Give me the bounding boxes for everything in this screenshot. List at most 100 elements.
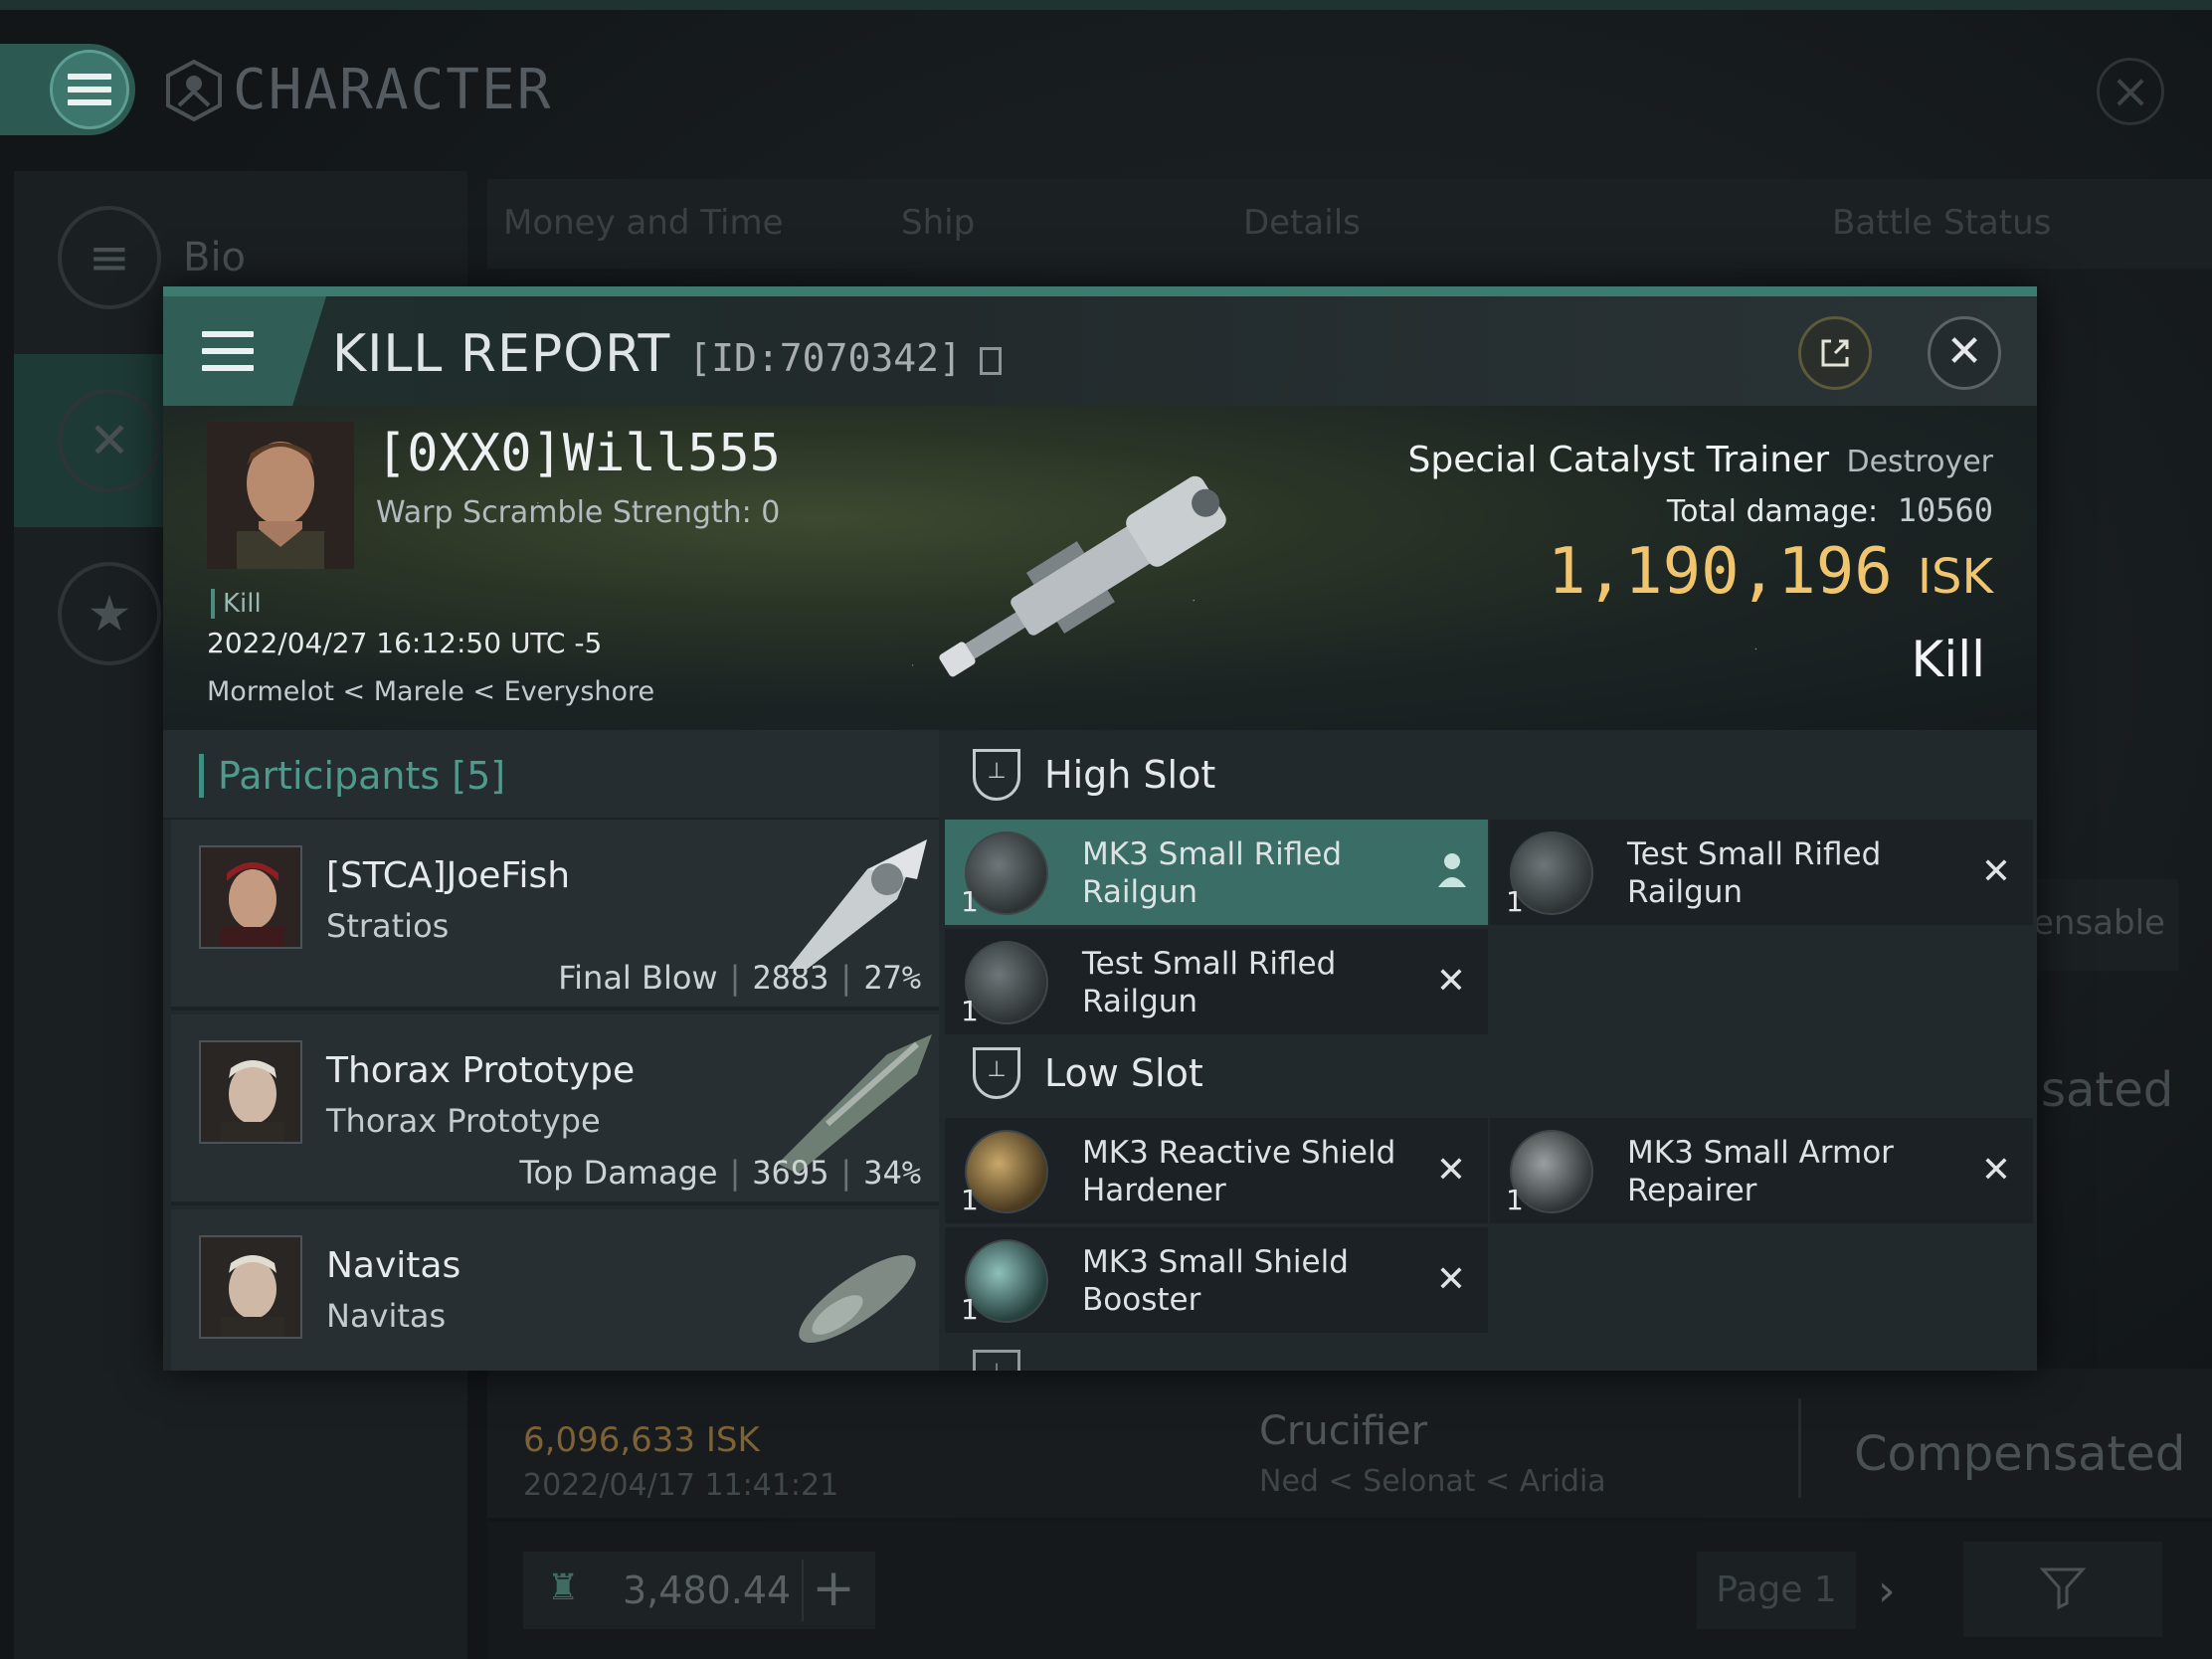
total-damage: Total damage: 10560 <box>1667 491 1993 529</box>
mid-slot-header: ⊥ <box>939 1331 2037 1371</box>
module-item[interactable]: 1 MK3 Reactive Shield Hardener ✕ <box>945 1118 1488 1223</box>
participant-name: Thorax Prototype <box>326 1050 636 1091</box>
participant-name: [STCA]JoeFish <box>326 855 571 896</box>
menu-icon <box>202 331 254 371</box>
participant-stats: Final Blow | 2883 | 27% <box>558 959 921 997</box>
high-slot-header: ⊥ High Slot <box>939 730 2037 820</box>
module-quantity: 1 <box>1506 1184 1524 1216</box>
victim-avatar <box>207 422 354 569</box>
participant-ship-image <box>778 1034 932 1174</box>
participant-damage: 3695 <box>752 1154 830 1192</box>
low-slot-label: Low Slot <box>1044 1051 1203 1095</box>
destroyed-icon: ✕ <box>1435 1259 1466 1300</box>
kill-status: Kill <box>1911 631 1985 688</box>
character-icon <box>166 59 222 121</box>
module-item[interactable]: 1 MK3 Small Shield Booster ✕ <box>945 1227 1488 1333</box>
victim-banner: [0XX0]Will555 Warp Scramble Strength: 0 … <box>163 406 2037 730</box>
divider <box>1798 1398 1801 1498</box>
partial-status-text: ensable <box>2033 903 2165 943</box>
module-name: Test Small Rifled Railgun <box>1082 946 1337 1019</box>
app-root: CHARACTER × ≡ Bio ✕ ★ Money and Time Shi… <box>0 0 2212 1659</box>
loss-row[interactable]: 6,096,633 ISK 2022/04/17 11:41:21 Crucif… <box>487 1369 2212 1518</box>
kill-tag: Kill <box>211 589 262 619</box>
module-name: MK3 Reactive Shield Hardener <box>1082 1135 1396 1208</box>
participant-stat-label: Top Damage <box>519 1154 718 1192</box>
partial-status-button[interactable]: ensable <box>2019 879 2178 971</box>
page-indicator: Page 1 <box>1697 1552 1856 1629</box>
module-quantity: 1 <box>1506 885 1524 918</box>
participant-ship-image <box>788 839 927 969</box>
warp-scramble-strength: Warp Scramble Strength: 0 <box>376 495 781 530</box>
module-item[interactable]: 1 Test Small Rifled Railgun ✕ <box>1490 820 2033 925</box>
destroyed-icon: ✕ <box>1435 1150 1466 1191</box>
participant-ship: Thorax Prototype <box>326 1102 601 1140</box>
kill-location[interactable]: Mormelot < Marele < Everyshore <box>207 676 654 707</box>
participant-ship-image <box>799 1254 916 1344</box>
victim-portrait[interactable] <box>207 422 354 569</box>
isk-amount: 1,190,196 <box>1548 535 1893 609</box>
victim-ship[interactable]: Special Catalyst Trainer Destroyer <box>1408 440 1993 480</box>
module-item[interactable]: 1 Test Small Rifled Railgun ✕ <box>945 929 1488 1034</box>
loss-location: Ned < Selonat < Aridia <box>1259 1464 1606 1499</box>
menu-icon <box>68 74 111 105</box>
participant-row[interactable]: Navitas Navitas <box>171 1209 939 1371</box>
close-button[interactable]: ✕ <box>1928 316 2001 390</box>
kill-report-header: KILL REPORT [ID:7070342] ✕ <box>163 296 2037 406</box>
destroyed-icon: ✕ <box>1980 1150 2011 1191</box>
share-icon <box>1821 339 1849 367</box>
loss-ship: Crucifier <box>1259 1408 1428 1454</box>
module-name: MK3 Small Rifled Railgun <box>1082 836 1343 910</box>
participants-label: Participants [5] <box>199 754 505 798</box>
participant-avatar <box>199 845 302 949</box>
participant-stat-label: Final Blow <box>558 959 718 997</box>
close-icon: ✕ <box>1945 326 1983 377</box>
kill-report-id: [ID:7070342] <box>688 336 962 380</box>
module-item[interactable]: 1 MK3 Small Rifled Railgun <box>945 820 1488 925</box>
kill-report-menu-button[interactable] <box>163 296 326 406</box>
participant-row[interactable]: [STCA]JoeFish Stratios Final Blow | 2883 | 2… <box>171 820 939 1011</box>
destroyed-icon: ✕ <box>1980 851 2011 892</box>
tab-bar: Money and Time Ship Details Battle Statu… <box>487 179 2212 269</box>
participant-percent: 27% <box>863 959 921 997</box>
total-damage-label: Total damage: <box>1666 494 1879 529</box>
module-item[interactable]: 1 MK3 Small Armor Repairer ✕ <box>1490 1118 2033 1223</box>
kill-report-title-text: KILL REPORT <box>332 324 671 384</box>
copy-icon[interactable] <box>979 347 1002 375</box>
module-name: MK3 Small Shield Booster <box>1082 1244 1349 1318</box>
window-close-icon[interactable]: × <box>2097 58 2164 125</box>
participant-name: Navitas <box>326 1245 461 1286</box>
fitting-panel: ⊥ High Slot 1 MK3 Small Rifled Railgun 1… <box>939 730 2037 1371</box>
participant-avatar <box>199 1040 302 1144</box>
next-page-icon[interactable]: › <box>1878 1566 1896 1616</box>
top-border <box>0 0 2212 10</box>
participant-avatar <box>199 1235 302 1339</box>
loss-date: 2022/04/17 11:41:21 <box>523 1468 839 1503</box>
filter-icon <box>2039 1567 2087 1610</box>
tab-details[interactable]: Details <box>1243 203 1361 243</box>
loss-isk: 6,096,633 ISK <box>523 1420 760 1460</box>
user-icon <box>1438 853 1466 887</box>
destroyed-icon: ✕ <box>1435 961 1466 1002</box>
kill-datetime: 2022/04/27 16:12:50 UTC -5 <box>207 627 603 659</box>
participant-damage: 2883 <box>752 959 830 997</box>
tab-money-and-time[interactable]: Money and Time <box>503 203 784 243</box>
share-button[interactable] <box>1798 316 1872 390</box>
module-quantity: 1 <box>961 885 979 918</box>
participants-panel: Participants [5] [STCA]JoeFish Stratios <box>163 730 939 1371</box>
victim-name[interactable]: [0XX0]Will555 <box>376 424 781 483</box>
participant-row[interactable]: Thorax Prototype Thorax Prototype Top Da… <box>171 1014 939 1205</box>
partial-status-label: sated <box>2041 1062 2174 1118</box>
main-menu-button[interactable] <box>0 44 135 135</box>
victim-ship-name: Special Catalyst Trainer <box>1407 440 1830 480</box>
tab-ship[interactable]: Ship <box>901 203 975 243</box>
participant-ship: Navitas <box>326 1297 447 1335</box>
window-title-text: CHARACTER <box>233 58 553 122</box>
add-funds-button[interactable]: + <box>802 1560 863 1621</box>
tab-battle-status[interactable]: Battle Status <box>1832 203 2051 243</box>
participant-stats: Top Damage | 3695 | 34% <box>519 1154 921 1192</box>
sidebar-item-label: Bio <box>183 235 247 280</box>
wallet-box: ♜ 3,480.44 + <box>523 1552 875 1629</box>
filter-button[interactable] <box>1963 1542 2162 1637</box>
menu-icon: ≡ <box>58 206 161 309</box>
high-slot-label: High Slot <box>1044 753 1216 797</box>
